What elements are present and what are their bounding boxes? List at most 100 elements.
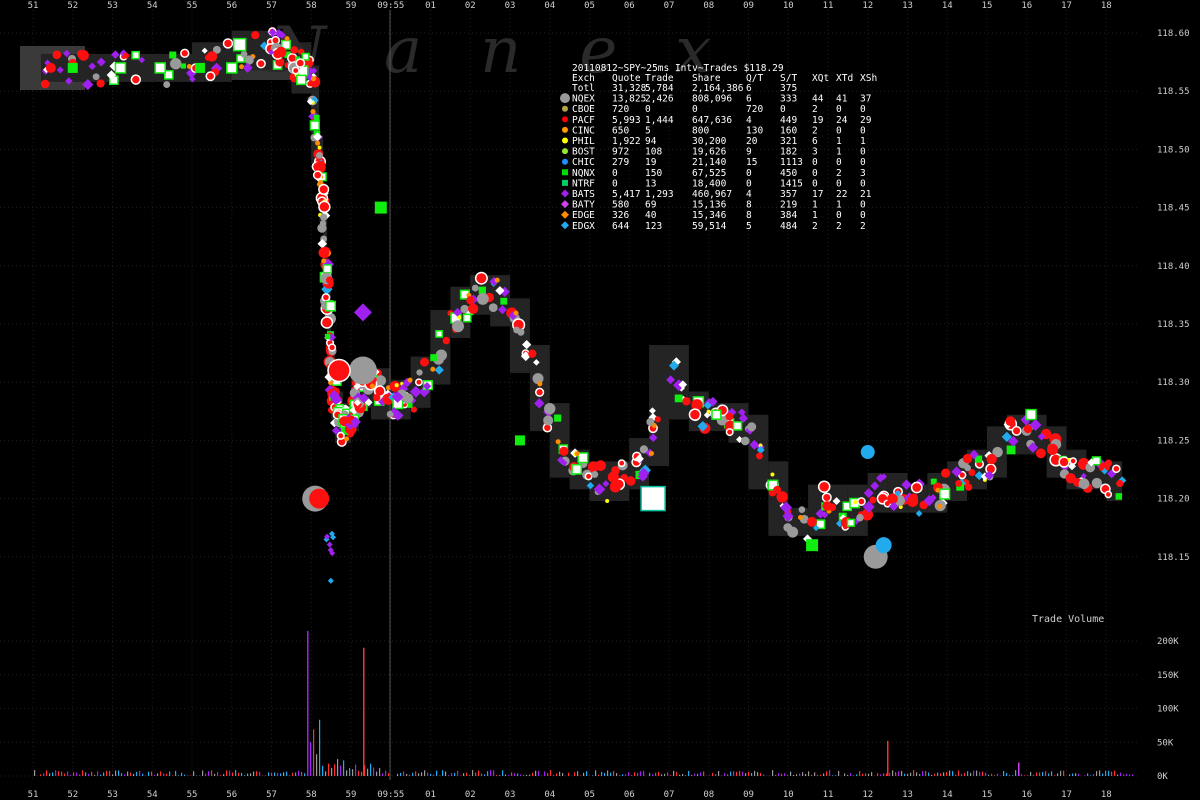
trade-point bbox=[476, 292, 489, 305]
volume-bar bbox=[598, 774, 600, 776]
volume-bar bbox=[712, 772, 714, 776]
volume-bar bbox=[445, 771, 447, 776]
volume-bar bbox=[1090, 775, 1092, 776]
volume-bar bbox=[880, 774, 882, 776]
volume-bar bbox=[202, 770, 204, 776]
volume-bar bbox=[451, 773, 453, 776]
volume-bar bbox=[715, 774, 717, 776]
volume-bar bbox=[430, 773, 432, 776]
volume-bar bbox=[940, 773, 942, 776]
volume-bar bbox=[580, 775, 582, 776]
volume-bar bbox=[784, 773, 786, 776]
trade-point bbox=[313, 114, 320, 121]
legend-cell: 0 bbox=[836, 178, 842, 189]
price-axis: 118.60 118.55 118.50 118.45 118.40 118.35 118.… bbox=[1157, 29, 1190, 563]
trade-point bbox=[275, 46, 287, 58]
trade-point bbox=[787, 526, 799, 538]
legend-cell: 67,525 bbox=[692, 168, 726, 179]
grid-lines bbox=[0, 10, 1140, 780]
legend-cell: 40 bbox=[645, 210, 657, 221]
trade-point bbox=[500, 297, 508, 305]
volume-bar bbox=[439, 775, 441, 776]
trade-point bbox=[414, 378, 423, 387]
legend-cell: 321 bbox=[780, 136, 797, 147]
trade-point bbox=[373, 394, 381, 402]
volume-bar bbox=[328, 763, 330, 776]
price-tick-label: 118.50 bbox=[1157, 145, 1190, 155]
volume-bar bbox=[616, 773, 618, 776]
volume-bar bbox=[985, 772, 987, 776]
legend-cell: 2 bbox=[812, 221, 818, 232]
volume-bar bbox=[661, 774, 663, 776]
trade-point bbox=[1116, 479, 1124, 488]
legend-cell: 0 bbox=[692, 104, 698, 115]
volume-bar bbox=[505, 774, 507, 776]
volume-bar bbox=[502, 770, 504, 776]
volume-bar bbox=[70, 775, 72, 776]
trade-point bbox=[325, 300, 336, 312]
volume-bar bbox=[1009, 774, 1011, 776]
x-tick-label: 04 bbox=[544, 1, 555, 11]
volume-bar bbox=[964, 772, 966, 776]
legend-cell: 1 bbox=[836, 200, 842, 211]
trade-point bbox=[318, 200, 331, 214]
trade-point bbox=[468, 303, 479, 314]
legend-cell: 4 bbox=[746, 115, 752, 126]
trade-point bbox=[284, 36, 290, 42]
x-tick-label: 01 bbox=[425, 790, 436, 800]
quote-band bbox=[649, 344, 669, 467]
volume-bar bbox=[97, 771, 99, 776]
x-tick-label: 09 bbox=[743, 790, 754, 800]
trade-point bbox=[271, 35, 281, 45]
x-tick-label: 09:55 bbox=[377, 790, 404, 800]
volume-bar bbox=[748, 771, 750, 776]
legend-cell: 2 bbox=[836, 168, 842, 179]
legend-cell: 160 bbox=[780, 125, 797, 136]
volume-bar bbox=[307, 630, 309, 776]
trade-point bbox=[407, 402, 413, 408]
volume-bar bbox=[778, 773, 780, 776]
trade-point bbox=[320, 213, 328, 221]
trade-point bbox=[344, 436, 350, 442]
trade-point bbox=[1035, 448, 1046, 459]
volume-bar bbox=[739, 771, 741, 776]
volume-bar bbox=[907, 773, 909, 776]
volume-bar bbox=[943, 772, 945, 776]
legend-cell: PHIL bbox=[572, 136, 595, 147]
x-tick-label: 59 bbox=[346, 1, 357, 11]
trade-point bbox=[317, 223, 327, 233]
volume-bar bbox=[403, 771, 405, 776]
volume-bar bbox=[523, 775, 525, 776]
volume-bar bbox=[262, 775, 264, 776]
legend-cell: 94 bbox=[645, 136, 657, 147]
volume-bar bbox=[631, 775, 633, 776]
volume-bar bbox=[859, 771, 861, 776]
trade-point bbox=[348, 356, 377, 385]
legend-cell: 720 bbox=[746, 104, 763, 115]
volume-bar bbox=[550, 770, 552, 776]
trade-point bbox=[222, 38, 234, 49]
volume-bar bbox=[331, 767, 333, 776]
trade-point bbox=[1058, 456, 1070, 468]
trade-point bbox=[315, 152, 323, 159]
volume-bar bbox=[928, 772, 930, 776]
legend-cell: 21,140 bbox=[692, 157, 727, 168]
volume-bar bbox=[64, 773, 66, 776]
trade-point bbox=[206, 51, 218, 62]
volume-bar bbox=[478, 770, 480, 776]
volume-bar bbox=[835, 775, 837, 776]
volume-bar bbox=[166, 773, 168, 776]
x-tick-label: 52 bbox=[67, 790, 78, 800]
legend-cell: 450 bbox=[780, 168, 797, 179]
volume-bar bbox=[304, 773, 306, 776]
volume-bar bbox=[421, 772, 423, 776]
legend-cell: 279 bbox=[612, 157, 629, 168]
volume-bar bbox=[607, 770, 609, 776]
volume-tick-label: 100K bbox=[1157, 705, 1179, 715]
volume-bar bbox=[973, 770, 975, 776]
x-tick-label: 51 bbox=[28, 1, 39, 11]
x-tick-label: 55 bbox=[187, 1, 198, 11]
volume-bar bbox=[820, 774, 822, 776]
volume-bar bbox=[937, 772, 939, 776]
trade-point bbox=[1105, 459, 1113, 467]
